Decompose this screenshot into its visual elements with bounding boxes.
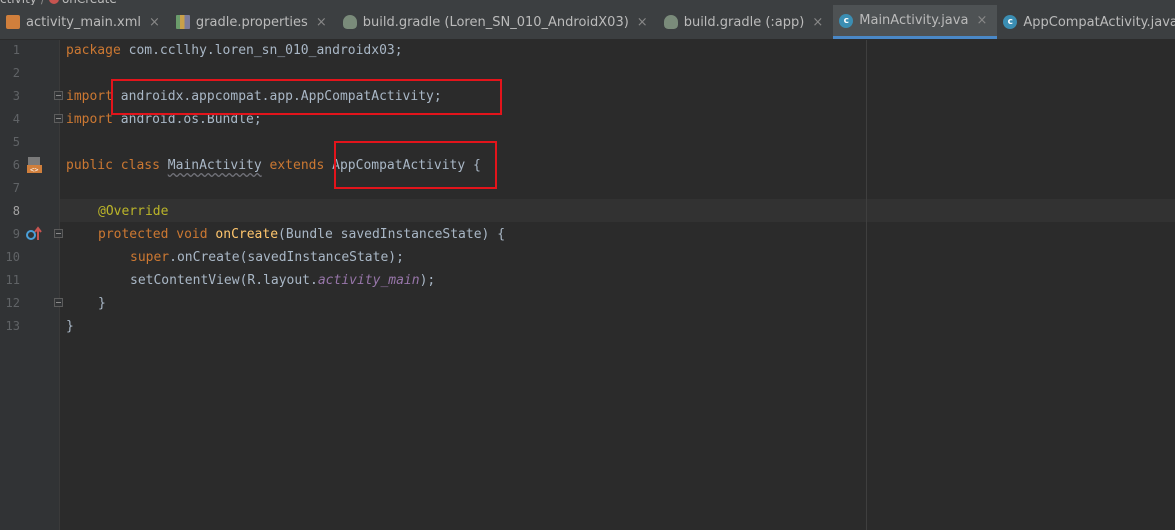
code-text: setContentView(R.layout. [130, 273, 318, 288]
line-number-current: 8 [12, 204, 20, 218]
line-number: 6 [12, 158, 20, 172]
keyword: public [66, 158, 113, 173]
code-text: (Bundle savedInstanceState) { [278, 227, 506, 242]
close-icon[interactable]: × [316, 15, 327, 30]
line-number: 1 [12, 43, 20, 57]
code-text: ); [419, 273, 436, 288]
method-name: onCreate [215, 227, 279, 242]
method-icon [48, 0, 59, 4]
line-number: 3 [12, 89, 20, 103]
line-number: 10 [5, 250, 20, 264]
field-reference: activity_main [317, 273, 420, 288]
close-icon[interactable]: × [149, 15, 160, 30]
keyword: package [66, 43, 121, 58]
editor-gutter[interactable]: 1 2 3 4 5 6 7 8 9 10 11 12 13 <> [0, 40, 63, 530]
keyword: class [120, 158, 160, 173]
close-icon[interactable]: × [637, 15, 648, 30]
code-line-13: } [66, 319, 74, 335]
keyword: protected [98, 227, 169, 242]
code-line-11: setContentView(R.layout.activity_main); [130, 273, 435, 289]
code-line-9: protected void onCreate(Bundle savedInst… [98, 227, 505, 243]
keyword: extends [269, 158, 325, 173]
tab-label: AppCompatActivity.java [1023, 14, 1175, 30]
close-icon[interactable]: × [976, 13, 987, 28]
highlight-box-import [111, 79, 502, 115]
editor-tab-bar: activity_main.xml × gradle.properties × … [0, 5, 1175, 40]
keyword: super [130, 250, 170, 265]
svg-text:<>: <> [30, 166, 38, 174]
tab-label: build.gradle (Loren_SN_010_AndroidX03) [362, 14, 629, 30]
tab-build-gradle-app[interactable]: build.gradle (:app) × [658, 5, 834, 39]
line-number: 4 [12, 112, 20, 126]
properties-file-icon [175, 15, 190, 29]
current-line-highlight [60, 199, 1175, 222]
right-margin-guide [866, 40, 867, 530]
line-number: 11 [5, 273, 20, 287]
line-number: 12 [5, 296, 20, 310]
gradle-icon [663, 15, 678, 29]
code-line-1: package com.ccllhy.loren_sn_010_androidx… [66, 43, 403, 59]
keyword: import [66, 89, 113, 104]
tab-appcompat-activity-java[interactable]: c AppCompatActivity.java × [997, 5, 1175, 39]
keyword: void [176, 227, 208, 242]
java-class-icon: c [1003, 15, 1018, 29]
tab-main-activity-java[interactable]: c MainActivity.java × [833, 5, 998, 39]
line-number: 2 [12, 66, 20, 80]
tab-label: build.gradle (:app) [683, 14, 805, 30]
overrides-method-icon[interactable] [25, 226, 43, 242]
code-text: } [98, 296, 106, 311]
code-text: } [66, 319, 74, 334]
code-line-8: @Override [98, 204, 168, 220]
code-line-12: } [98, 296, 106, 312]
close-icon[interactable]: × [812, 15, 823, 30]
java-class-icon: c [839, 13, 854, 28]
line-number: 5 [12, 135, 20, 149]
class-name: MainActivity [167, 158, 262, 173]
code-text: com.ccllhy.loren_sn_010_androidx03; [120, 43, 403, 58]
activity-layout-icon[interactable]: <> [26, 156, 44, 174]
xml-file-icon [6, 15, 20, 29]
code-line-10: super.onCreate(savedInstanceState); [130, 250, 404, 266]
code-text: .onCreate(savedInstanceState); [169, 250, 404, 265]
tab-label: MainActivity.java [859, 13, 969, 28]
line-number: 13 [5, 319, 20, 333]
tab-build-gradle-project[interactable]: build.gradle (Loren_SN_010_AndroidX03) × [337, 5, 658, 39]
highlight-box-superclass [334, 141, 497, 189]
tab-label: activity_main.xml [26, 14, 142, 30]
gradle-icon [342, 15, 357, 29]
tab-gradle-properties[interactable]: gradle.properties × [170, 5, 337, 39]
code-editor[interactable]: package com.ccllhy.loren_sn_010_androidx… [60, 40, 1175, 530]
line-number: 9 [12, 227, 20, 241]
line-number: 7 [12, 181, 20, 195]
annotation: @Override [98, 204, 169, 219]
tab-activity-main-xml[interactable]: activity_main.xml × [0, 5, 170, 39]
keyword: import [66, 112, 113, 127]
tab-label: gradle.properties [195, 14, 308, 30]
